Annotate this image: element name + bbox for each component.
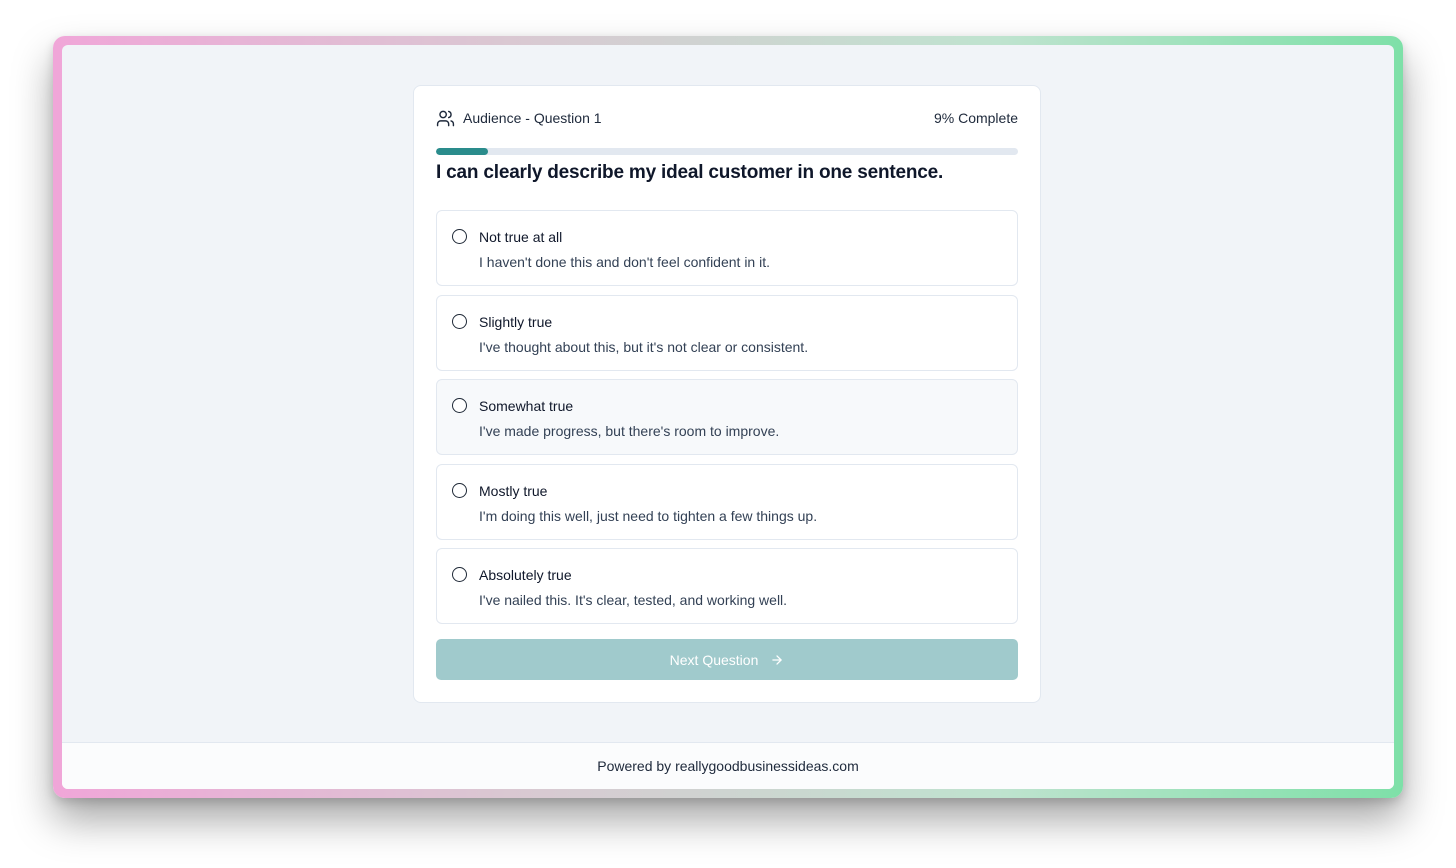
app-window: Audience - Question 1 9% Complete I can … xyxy=(62,45,1394,789)
section-title: Audience - Question 1 xyxy=(463,110,602,126)
users-icon xyxy=(436,109,455,128)
card-header: Audience - Question 1 9% Complete xyxy=(436,108,1018,128)
radio-button[interactable] xyxy=(452,229,467,244)
option-label: Not true at all xyxy=(479,229,563,245)
option-label: Absolutely true xyxy=(479,567,572,583)
option-label: Slightly true xyxy=(479,313,553,330)
option-absolutely-true[interactable]: Absolutely true I've nailed this. It's c… xyxy=(436,548,1018,624)
radio-button[interactable] xyxy=(452,482,467,498)
progress-text: 9% Complete xyxy=(933,110,1018,126)
quiz-card: Audience - Question 1 9% Complete I can … xyxy=(413,85,1041,703)
option-description: I've made progress, but there's room to … xyxy=(479,423,780,439)
option-description: I've thought about this, but it's not cl… xyxy=(479,338,809,355)
option-slightly-true[interactable]: Slightly true I've thought about this, b… xyxy=(436,294,1018,371)
window-frame: Audience - Question 1 9% Complete I can … xyxy=(53,36,1403,798)
footer-powered-by: Powered by reallygoodbusinessideas.com xyxy=(597,758,859,774)
next-question-label: Next Question xyxy=(669,651,759,668)
question-text: I can clearly describe my ideal customer… xyxy=(436,162,944,183)
radio-button[interactable] xyxy=(452,398,467,413)
radio-button[interactable] xyxy=(452,567,467,582)
arrow-right-icon xyxy=(770,653,784,667)
option-description: I haven't done this and don't feel confi… xyxy=(479,254,770,270)
option-label: Somewhat true xyxy=(479,398,574,414)
option-description: I've nailed this. It's clear, tested, an… xyxy=(479,592,788,608)
option-not-true-at-all[interactable]: Not true at all I haven't done this and … xyxy=(436,210,1018,286)
footer: Powered by reallygoodbusinessideas.com xyxy=(62,742,1394,789)
option-label: Mostly true xyxy=(479,482,548,499)
next-question-button[interactable]: Next Question xyxy=(436,639,1018,680)
option-mostly-true[interactable]: Mostly true I'm doing this well, just ne… xyxy=(436,463,1018,540)
answer-options: Not true at all I haven't done this and … xyxy=(436,210,1018,633)
option-somewhat-true[interactable]: Somewhat true I've made progress, but th… xyxy=(436,379,1018,455)
progress-bar xyxy=(436,148,1018,155)
progress-bar-fill xyxy=(436,148,489,155)
radio-button[interactable] xyxy=(452,313,467,329)
section-label: Audience - Question 1 xyxy=(436,109,602,128)
option-description: I'm doing this well, just need to tighte… xyxy=(479,507,818,524)
